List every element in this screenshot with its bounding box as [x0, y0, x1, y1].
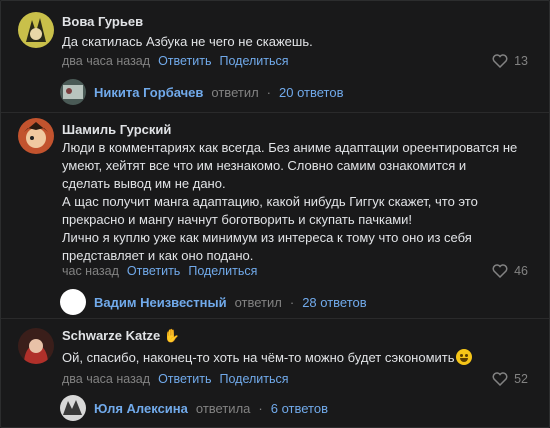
comment-time[interactable]: час назад — [62, 264, 119, 278]
reply-count[interactable]: 28 ответов — [302, 295, 366, 310]
avatar[interactable] — [18, 118, 54, 154]
reply-count[interactable]: 6 ответов — [271, 401, 328, 416]
reply-button[interactable]: Ответить — [158, 372, 211, 386]
reply-author[interactable]: Вадим Неизвестный — [94, 295, 227, 310]
comment-meta: два часа назад Ответить Поделиться — [62, 372, 289, 386]
heart-icon — [492, 264, 508, 278]
comment-text: Ой, спасибо, наконец-то хоть на чём-то м… — [62, 349, 472, 367]
share-button[interactable]: Поделиться — [220, 372, 289, 386]
reply-author[interactable]: Юля Алексина — [94, 401, 188, 416]
divider — [0, 112, 550, 113]
reply-avatar — [60, 79, 86, 105]
reply-button[interactable]: Ответить — [158, 54, 211, 68]
avatar[interactable] — [18, 328, 54, 364]
heart-icon — [492, 54, 508, 68]
reply-verb: ответил — [211, 84, 259, 100]
comment-meta: два часа назад Ответить Поделиться — [62, 54, 289, 68]
grinning-emoji-icon — [455, 349, 472, 365]
share-button[interactable]: Поделиться — [220, 54, 289, 68]
replies-thread[interactable]: Никита Горбачев ответил · 20 ответов — [60, 78, 344, 106]
hand-emoji-icon: ✋ — [163, 328, 181, 343]
reply-avatar — [60, 289, 86, 315]
replies-thread[interactable]: Вадим Неизвестный ответил · 28 ответов — [60, 288, 367, 316]
reply-count[interactable]: 20 ответов — [279, 85, 343, 100]
comment-author[interactable]: Schwarze Katze ✋ — [62, 328, 180, 344]
comment-author[interactable]: Вова Гурьев — [62, 14, 143, 29]
reply-button[interactable]: Ответить — [127, 264, 180, 278]
reply-verb: ответил — [234, 294, 282, 310]
separator-dot: · — [289, 294, 295, 310]
share-button[interactable]: Поделиться — [188, 264, 257, 278]
comment-text: Да скатилась Азбука не чего не скажешь. — [62, 34, 313, 49]
like-button[interactable]: 52 — [492, 372, 528, 386]
heart-icon — [492, 372, 508, 386]
comment-time[interactable]: два часа назад — [62, 54, 150, 68]
comment-author[interactable]: Шамиль Гурский — [62, 122, 171, 137]
reply-author[interactable]: Никита Горбачев — [94, 85, 203, 100]
avatar[interactable] — [18, 12, 54, 48]
divider — [0, 318, 550, 319]
comment-text: Люди в комментариях как всегда. Без аним… — [62, 140, 518, 263]
like-count: 13 — [514, 54, 528, 68]
like-button[interactable]: 13 — [492, 54, 528, 68]
reply-avatar — [60, 395, 86, 421]
comment-meta: час назад Ответить Поделиться — [62, 264, 257, 278]
separator-dot: · — [266, 84, 272, 100]
comment-time[interactable]: два часа назад — [62, 372, 150, 386]
replies-thread[interactable]: Юля Алексина ответила · 6 ответов — [60, 394, 328, 422]
like-count: 46 — [514, 264, 528, 278]
reply-verb: ответила — [195, 400, 251, 416]
separator-dot: · — [258, 400, 263, 416]
like-count: 52 — [514, 372, 528, 386]
like-button[interactable]: 46 — [492, 264, 528, 278]
